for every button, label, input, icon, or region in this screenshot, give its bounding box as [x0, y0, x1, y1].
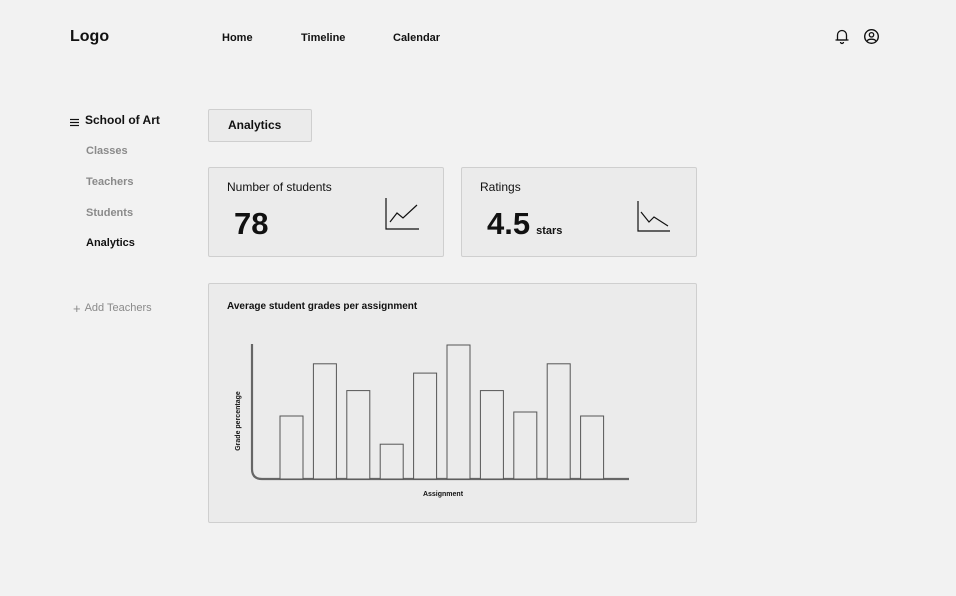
chart-bar-1: [279, 415, 304, 480]
chart-bar-6: [446, 344, 471, 480]
chart-bar-9: [546, 363, 571, 480]
bell-icon[interactable]: [834, 28, 850, 45]
y-axis-label: Grade percentage: [235, 391, 242, 451]
tab-analytics[interactable]: Analytics: [208, 109, 312, 142]
ratings-stat-value: 4.5: [487, 206, 531, 241]
students-stat-title: Number of students: [227, 180, 332, 194]
chart-bar-4: [379, 443, 404, 480]
chart-bar-2: [312, 363, 337, 480]
ratings-stat-value-group: 4.5 stars: [487, 206, 562, 242]
chart-bar-10: [580, 415, 605, 480]
sidebar-title: School of Art: [70, 113, 160, 127]
plus-icon: +: [73, 300, 81, 316]
nav-home-link[interactable]: Home: [222, 32, 253, 44]
trend-down-icon: [636, 201, 672, 233]
grades-chart-card: Average student grades per assignment As…: [208, 283, 697, 523]
students-stat-value: 78: [234, 206, 269, 241]
ratings-stat-unit: stars: [536, 225, 563, 237]
nav-calendar-link[interactable]: Calendar: [393, 32, 440, 44]
students-stat-card: Number of students 78: [208, 167, 444, 257]
sidebar-item-teachers[interactable]: Teachers: [86, 176, 134, 188]
chart-bar-5: [413, 372, 438, 480]
chart-bar-8: [513, 411, 538, 480]
sidebar-title-text: School of Art: [85, 113, 160, 127]
ratings-stat-title: Ratings: [480, 180, 521, 194]
chart-bar-3: [346, 390, 371, 480]
ratings-stat-card: Ratings 4.5 stars: [461, 167, 697, 257]
logo[interactable]: Logo: [70, 28, 109, 46]
nav-timeline-link[interactable]: Timeline: [301, 32, 345, 44]
sidebar-item-students[interactable]: Students: [86, 207, 133, 219]
chart-bar-7: [479, 390, 504, 480]
sidebar-item-classes[interactable]: Classes: [86, 145, 128, 157]
add-teachers-label: Add Teachers: [84, 302, 152, 314]
hamburger-icon[interactable]: [70, 116, 79, 126]
grades-bar-chart: Assignment Grade percentage: [235, 344, 629, 498]
add-teachers-button[interactable]: + Add Teachers: [73, 300, 152, 316]
x-axis-label: Assignment: [423, 491, 464, 498]
trend-up-icon: [384, 198, 420, 230]
sidebar-item-analytics[interactable]: Analytics: [86, 237, 135, 249]
user-circle-icon[interactable]: [863, 28, 880, 45]
